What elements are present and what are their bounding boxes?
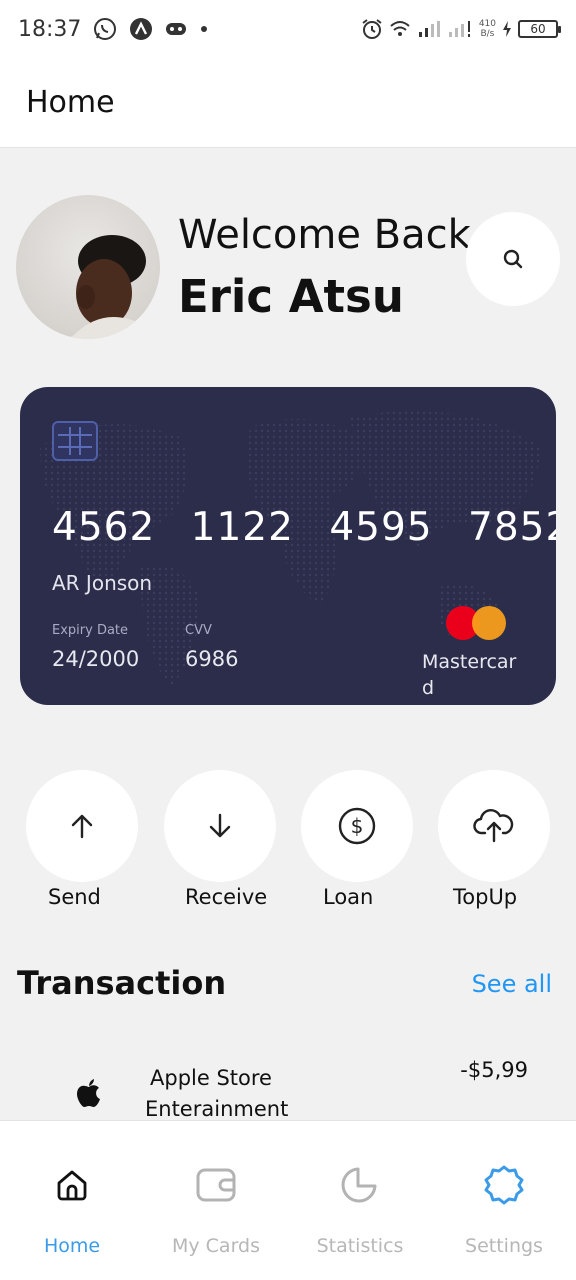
- user-name: Eric Atsu: [178, 270, 404, 323]
- dollar-circle-icon: $: [338, 807, 376, 845]
- transaction-category: Enterainment: [145, 1097, 289, 1121]
- quick-actions: Send Receive $ Loan TopUp: [0, 770, 576, 920]
- network-speed-unit: B/s: [480, 29, 495, 39]
- loan-label: Loan: [323, 885, 374, 909]
- nav-item-settings[interactable]: Settings: [432, 1121, 576, 1280]
- transaction-amount: -$5,99: [460, 1058, 528, 1082]
- see-all-link[interactable]: See all: [472, 970, 552, 998]
- apple-icon: [77, 1079, 100, 1107]
- receive-button[interactable]: [164, 770, 276, 882]
- cvv-value: 6986: [185, 647, 239, 671]
- cloud-upload-icon: [473, 809, 514, 843]
- topup-action[interactable]: TopUp: [438, 770, 550, 909]
- card-holder-name: AR Jonson: [52, 571, 153, 595]
- system-status-icons: 410 B/s 60: [361, 18, 561, 40]
- nav-item-statistics[interactable]: Statistics: [288, 1121, 432, 1280]
- cvv-label: CVV: [185, 623, 212, 638]
- nav-item-home[interactable]: Home: [0, 1121, 144, 1280]
- wifi-icon: [390, 21, 410, 36]
- receive-action[interactable]: Receive: [164, 770, 276, 909]
- topup-button[interactable]: [438, 770, 550, 882]
- card-number-group: 4595: [329, 505, 433, 550]
- card-number-group: 4562: [52, 505, 156, 550]
- bottom-navigation: Home My Cards Statistics Settings: [0, 1120, 576, 1280]
- nav-label-home: Home: [43, 1235, 101, 1257]
- notification-icons: [93, 17, 209, 41]
- status-time: 18:37: [18, 16, 82, 42]
- expiry-label: Expiry Date: [52, 623, 129, 638]
- home-icon: [50, 1163, 94, 1207]
- transaction-section-title: Transaction: [17, 964, 227, 1002]
- welcome-text: Welcome Back,: [178, 212, 484, 258]
- nav-item-my-cards[interactable]: My Cards: [144, 1121, 288, 1280]
- card-brand: Mastercard: [422, 651, 517, 699]
- card-number: 4562 1122 4595 7852: [52, 505, 556, 550]
- transaction-merchant: Apple Store: [150, 1066, 272, 1090]
- page-title: Home: [26, 85, 115, 120]
- avatar[interactable]: [16, 195, 160, 339]
- mastercard-logo-icon: [446, 606, 506, 640]
- network-speed-value: 410: [478, 19, 496, 29]
- send-label: Send: [48, 885, 101, 909]
- signal-2-icon: [448, 21, 470, 37]
- loan-button[interactable]: $: [301, 770, 413, 882]
- search-icon: [503, 249, 523, 269]
- arrow-up-icon: [71, 814, 93, 839]
- pie-chart-icon: [338, 1163, 382, 1207]
- svg-text:$: $: [351, 814, 364, 838]
- dot-icon: [201, 26, 208, 32]
- network-speed: 410 B/s: [479, 19, 496, 39]
- app-bar: Home: [0, 58, 576, 148]
- expiry-value: 24/2000: [52, 647, 140, 671]
- wallet-icon: [194, 1163, 238, 1207]
- signal-icon: [418, 21, 440, 37]
- topup-label: TopUp: [453, 885, 518, 909]
- battery-indicator: 60: [518, 20, 561, 38]
- credit-card[interactable]: 4562 1122 4595 7852 AR Jonson Expiry Dat…: [20, 387, 556, 705]
- nav-label-settings: Settings: [465, 1235, 543, 1257]
- nav-label-my-cards: My Cards: [171, 1235, 261, 1257]
- send-button[interactable]: [26, 770, 138, 882]
- avatar-photo: [66, 235, 156, 339]
- arrow-down-icon: [209, 813, 231, 838]
- loan-action[interactable]: $ Loan: [301, 770, 413, 909]
- send-action[interactable]: Send: [26, 770, 138, 909]
- nav-label-statistics: Statistics: [316, 1235, 404, 1257]
- card-number-group: 7852: [468, 505, 556, 550]
- charging-icon: [503, 21, 511, 37]
- card-number-group: 1122: [190, 505, 294, 550]
- search-button[interactable]: [466, 212, 560, 306]
- gamepad-icon: [166, 23, 187, 35]
- settings-icon: [482, 1163, 526, 1207]
- alarm-icon: [362, 19, 382, 39]
- app-notification-icon: [130, 18, 153, 40]
- receive-label: Receive: [185, 885, 268, 909]
- card-chip-icon: [52, 421, 98, 461]
- status-bar: 18:37 410 B/s 60: [0, 0, 576, 58]
- whatsapp-icon: [94, 18, 117, 40]
